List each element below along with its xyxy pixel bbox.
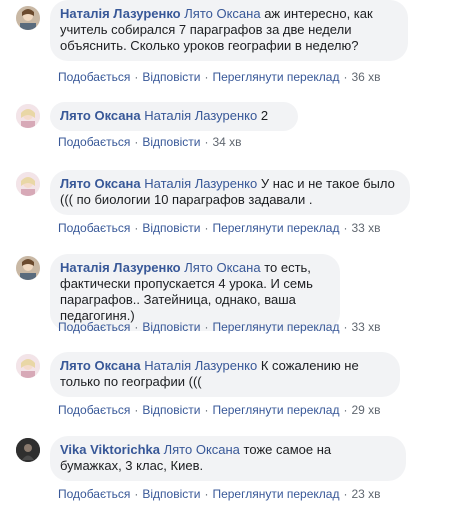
comment-mention[interactable]: Лято Оксана	[164, 442, 240, 457]
comment-author[interactable]: Наталія Лазуренко	[60, 6, 181, 21]
comment-actions: Подобається · Відповісти · Переглянути перек…	[58, 221, 381, 235]
comment-author[interactable]: Лято Оксана	[60, 176, 141, 191]
comment-mention[interactable]: Лято Оксана	[184, 6, 260, 21]
comment-mention[interactable]: Наталія Лазуренко	[144, 108, 257, 123]
separator: ·	[134, 70, 139, 84]
comment-mention[interactable]: Наталія Лазуренко	[144, 176, 257, 191]
separator: ·	[204, 135, 209, 149]
comment-timestamp[interactable]: 33 хв	[351, 320, 380, 334]
separator: ·	[134, 403, 139, 417]
avatar[interactable]	[16, 6, 40, 30]
comment-bubble: Vika Viktorichka Лято Оксана тоже самое …	[50, 436, 406, 481]
comment-timestamp[interactable]: 29 хв	[351, 403, 380, 417]
like-button[interactable]: Подобається	[58, 320, 130, 334]
avatar-photo-icon	[16, 354, 40, 378]
like-button[interactable]: Подобається	[58, 70, 130, 84]
see-translation-button[interactable]: Переглянути переклад	[212, 403, 339, 417]
see-translation-button[interactable]: Переглянути переклад	[212, 320, 339, 334]
comment-actions: Подобається · Відповісти · Переглянути перек…	[58, 70, 381, 84]
separator: ·	[343, 487, 348, 501]
see-translation-button[interactable]: Переглянути переклад	[212, 221, 339, 235]
see-translation-button[interactable]: Переглянути переклад	[212, 70, 339, 84]
reply-button[interactable]: Відповісти	[142, 70, 200, 84]
reply-button[interactable]: Відповісти	[142, 135, 200, 149]
separator: ·	[343, 70, 348, 84]
separator: ·	[134, 135, 139, 149]
avatar-photo-icon	[16, 438, 40, 462]
like-button[interactable]: Подобається	[58, 403, 130, 417]
avatar-photo-icon	[16, 6, 40, 30]
separator: ·	[343, 320, 348, 334]
separator: ·	[204, 70, 209, 84]
separator: ·	[134, 487, 139, 501]
comment-actions: Подобається · Відповісти · 34 хв	[58, 135, 242, 149]
separator: ·	[204, 487, 209, 501]
comment-author[interactable]: Наталія Лазуренко	[60, 260, 181, 275]
like-button[interactable]: Подобається	[58, 221, 130, 235]
separator: ·	[343, 403, 348, 417]
avatar[interactable]	[16, 256, 40, 280]
like-button[interactable]: Подобається	[58, 135, 130, 149]
comment-mention[interactable]: Наталія Лазуренко	[144, 358, 257, 373]
avatar[interactable]	[16, 172, 40, 196]
reply-button[interactable]: Відповісти	[142, 487, 200, 501]
see-translation-button[interactable]: Переглянути переклад	[212, 487, 339, 501]
comment-timestamp[interactable]: 33 хв	[351, 221, 380, 235]
comment-timestamp[interactable]: 34 хв	[212, 135, 241, 149]
avatar-photo-icon	[16, 104, 40, 128]
comment-timestamp[interactable]: 23 хв	[351, 487, 380, 501]
comment-bubble: Лято Оксана Наталія Лазуренко К сожалени…	[50, 352, 400, 397]
comment-author[interactable]: Лято Оксана	[60, 358, 141, 373]
reply-button[interactable]: Відповісти	[142, 320, 200, 334]
comment-text: 2	[260, 108, 269, 123]
comment-author[interactable]: Vika Viktorichka	[60, 442, 160, 457]
separator: ·	[204, 221, 209, 235]
comment-actions: Подобається · Відповісти · Переглянути перек…	[58, 403, 381, 417]
comment-bubble: Наталія Лазуренко Лято Оксана аж интерес…	[50, 0, 408, 61]
comment-actions: Подобається · Відповісти · Переглянути перек…	[58, 487, 381, 501]
reply-button[interactable]: Відповісти	[142, 403, 200, 417]
separator: ·	[134, 320, 139, 334]
separator: ·	[134, 221, 139, 235]
comment-actions: Подобається · Відповісти · Переглянути перек…	[58, 320, 381, 334]
avatar[interactable]	[16, 354, 40, 378]
separator: ·	[343, 221, 348, 235]
comment-timestamp[interactable]: 36 хв	[351, 70, 380, 84]
comment-mention[interactable]: Лято Оксана	[184, 260, 260, 275]
like-button[interactable]: Подобається	[58, 487, 130, 501]
separator: ·	[204, 320, 209, 334]
avatar-photo-icon	[16, 256, 40, 280]
comment-bubble: Лято Оксана Наталія Лазуренко У нас и не…	[50, 170, 410, 215]
separator: ·	[204, 403, 209, 417]
comment-author[interactable]: Лято Оксана	[60, 108, 141, 123]
avatar-photo-icon	[16, 172, 40, 196]
avatar[interactable]	[16, 438, 40, 462]
avatar[interactable]	[16, 104, 40, 128]
comment-thread: Наталія Лазуренко Лято Оксана аж интерес…	[0, 0, 469, 511]
comment-bubble: Лято Оксана Наталія Лазуренко 2	[50, 102, 298, 131]
reply-button[interactable]: Відповісти	[142, 221, 200, 235]
